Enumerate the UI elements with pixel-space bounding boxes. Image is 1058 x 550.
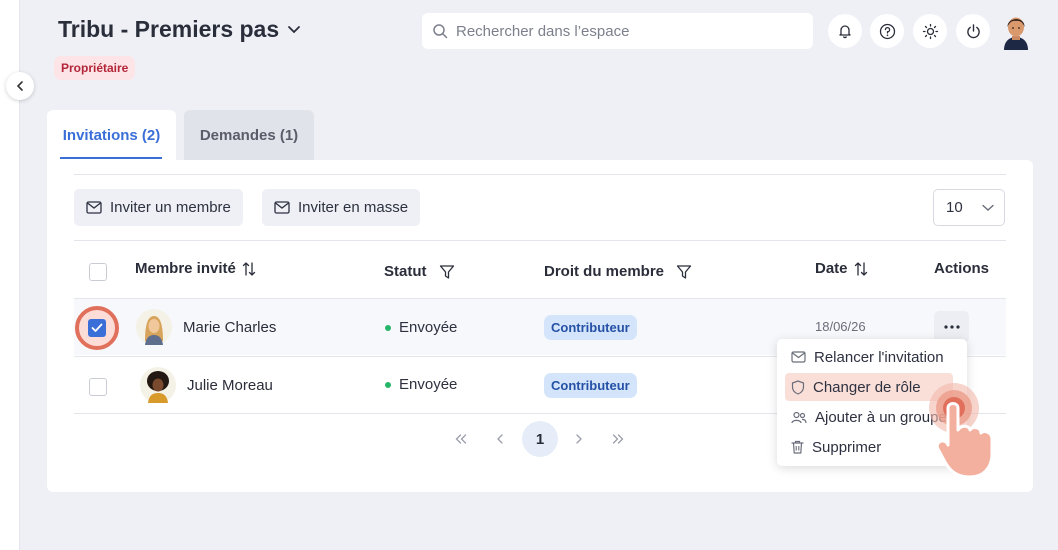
users-icon (791, 411, 807, 423)
role-badge: Contributeur (544, 373, 637, 398)
column-header-status-label: Statut (384, 263, 427, 280)
current-page-button[interactable]: 1 (522, 421, 558, 457)
invite-bulk-button[interactable]: Inviter en masse (262, 189, 421, 226)
filter-icon[interactable] (676, 264, 692, 280)
column-header-role-label: Droit du membre (544, 263, 665, 280)
row-checkbox[interactable] (88, 319, 106, 337)
active-tab-indicator (60, 157, 162, 159)
avatar (140, 367, 176, 403)
last-page-button[interactable] (607, 421, 629, 457)
tab-invitations[interactable]: Invitations (2) (47, 110, 176, 160)
owner-badge: Propriétaire (54, 56, 136, 80)
column-header-actions: Actions (934, 260, 989, 277)
next-page-button[interactable] (569, 421, 589, 457)
page-size-value: 10 (946, 199, 963, 216)
search-icon (433, 24, 448, 39)
status-label: Envoyée (399, 319, 458, 336)
mail-icon (86, 201, 102, 214)
column-header-member[interactable]: Membre invité (135, 260, 256, 277)
status-cell: Envoyée (385, 376, 457, 393)
space-title-dropdown[interactable]: Tribu - Premiers pas (58, 16, 301, 43)
divider (74, 240, 1006, 241)
trash-icon (791, 440, 804, 454)
menu-item-label: Relancer l'invitation (814, 348, 944, 366)
user-avatar[interactable] (999, 12, 1033, 50)
divider (74, 174, 1006, 175)
chevron-left-icon (16, 81, 23, 91)
help-icon (879, 23, 895, 39)
sidebar-collapse-button[interactable] (6, 72, 34, 100)
select-all-checkbox[interactable] (89, 263, 107, 281)
member-name: Marie Charles (183, 318, 277, 336)
invite-member-label: Inviter un membre (110, 199, 231, 216)
mail-icon (791, 351, 806, 363)
column-header-actions-label: Actions (934, 260, 990, 277)
column-header-status: Statut (384, 263, 455, 280)
search-box[interactable] (422, 13, 813, 49)
checkmark-icon (91, 323, 103, 332)
date-cell: 18/06/26 (815, 319, 866, 334)
mail-icon (274, 201, 290, 214)
chevron-down-icon (982, 204, 994, 211)
double-chevron-right-icon (612, 434, 624, 444)
page-size-select[interactable]: 10 (933, 189, 1005, 226)
logout-button[interactable] (956, 14, 990, 48)
sort-icon[interactable] (242, 261, 256, 277)
power-icon (966, 23, 980, 38)
tab-requests[interactable]: Demandes (1) (184, 110, 314, 160)
menu-item-resend-invitation[interactable]: Relancer l'invitation (785, 343, 953, 371)
column-header-role: Droit du membre (544, 263, 692, 280)
double-chevron-left-icon (455, 434, 467, 444)
avatar (136, 309, 172, 345)
tap-pointer-icon (929, 383, 994, 479)
chevron-left-icon (497, 434, 503, 444)
search-input[interactable] (456, 22, 796, 40)
status-dot (385, 324, 391, 331)
invite-member-button[interactable]: Inviter un membre (74, 189, 243, 226)
invite-bulk-label: Inviter en masse (298, 199, 409, 216)
bell-icon (839, 25, 851, 39)
column-header-date[interactable]: Date (815, 260, 868, 277)
sort-icon[interactable] (854, 261, 868, 277)
menu-item-label: Changer de rôle (813, 378, 921, 396)
notifications-button[interactable] (828, 14, 862, 48)
row-checkbox[interactable] (89, 378, 107, 396)
tab-requests-label: Demandes (1) (199, 126, 299, 144)
space-title: Tribu - Premiers pas (58, 16, 280, 42)
filter-icon[interactable] (439, 264, 455, 280)
status-cell: Envoyée (385, 319, 457, 336)
status-label: Envoyée (399, 376, 458, 393)
column-header-member-label: Membre invité (135, 260, 236, 277)
help-button[interactable] (870, 14, 904, 48)
role-badge: Contributeur (544, 315, 637, 340)
status-dot (385, 381, 391, 388)
sun-icon (922, 23, 938, 39)
chevron-down-icon (288, 25, 301, 33)
menu-item-label: Supprimer (812, 438, 882, 456)
shield-icon (791, 379, 805, 395)
member-cell: Julie Moreau (140, 367, 273, 403)
column-header-date-label: Date (815, 260, 848, 277)
member-cell: Marie Charles (136, 309, 276, 345)
more-dots-icon (943, 325, 960, 329)
tab-invitations-label: Invitations (2) (62, 126, 161, 144)
first-page-button[interactable] (450, 421, 472, 457)
previous-page-button[interactable] (490, 421, 510, 457)
member-name: Julie Moreau (187, 376, 273, 394)
theme-toggle-button[interactable] (913, 14, 947, 48)
chevron-right-icon (576, 434, 582, 444)
